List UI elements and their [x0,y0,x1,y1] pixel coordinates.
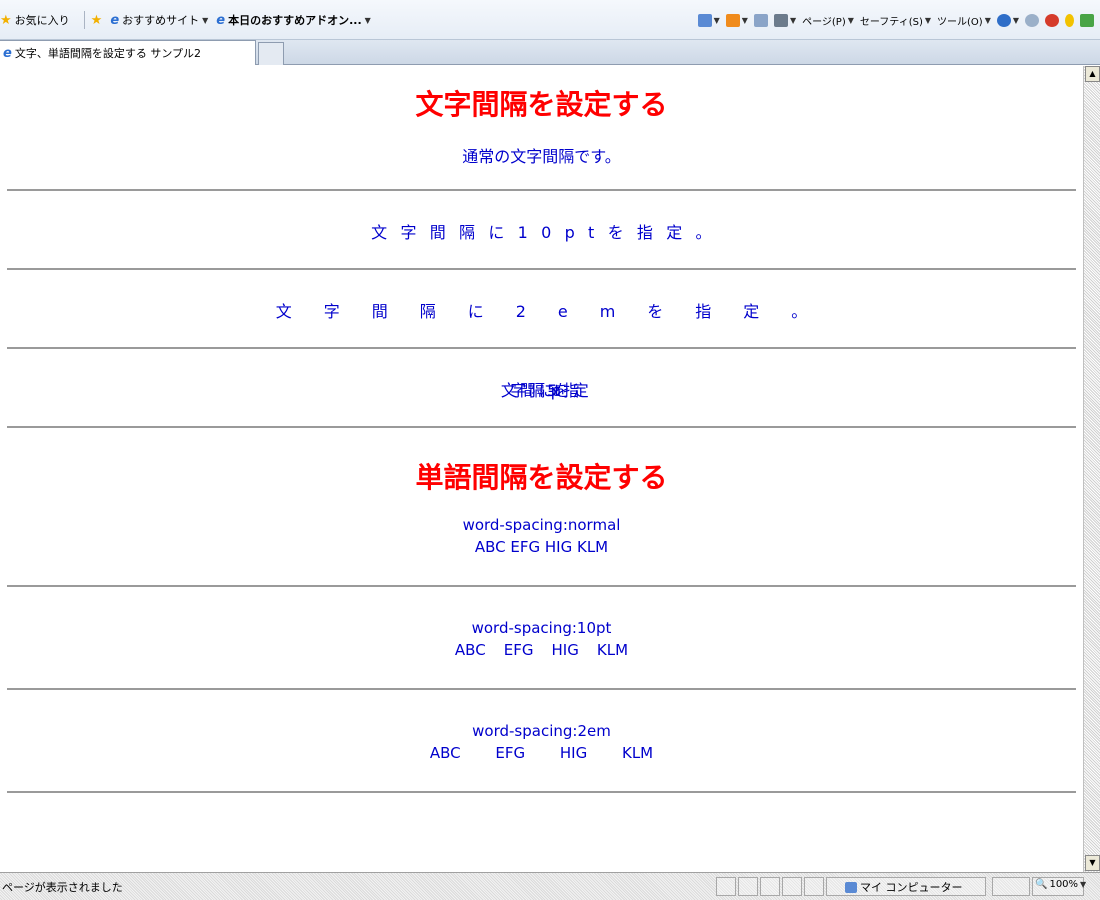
chevron-down-icon: ▼ [924,15,931,25]
lightbulb-icon [1065,13,1074,27]
tab-title: 文字、単語間隔を設定する サンプル2 [14,47,201,60]
security-zone: マイ コンピューター [845,879,963,895]
puzzle-icon [1080,13,1094,27]
mail-button[interactable] [753,13,768,27]
chevron-down-icon: ▼ [713,15,720,25]
addons-link[interactable]: e 本日のおすすめアドオン... ▼ [216,12,371,28]
messenger-icon [1045,13,1059,27]
page-menu[interactable]: ページ(P) ▼ [802,13,854,28]
divider [7,585,1076,587]
print-button[interactable]: ▼ [773,13,797,27]
status-bar: ページが表示されました マイ コンピューター 🔍 100% ▼ [0,872,1100,900]
tab-current-page[interactable]: e 文字、単語間隔を設定する サンプル2 [0,40,256,65]
zoom-level[interactable]: 🔍 100% ▼ [1035,879,1086,890]
chevron-down-icon: ▼ [1080,880,1087,889]
divider [7,347,1076,349]
heading-letter-spacing: 文字間隔を設定する [415,88,668,121]
divider [7,426,1076,428]
ie-icon: e [216,12,226,28]
text-word-normal-sample: ABC EFG HIG KLM [474,538,609,556]
divider [7,268,1076,270]
zoom-label: 100% [1049,879,1079,890]
suggested-sites-button[interactable]: e おすすめサイト ▼ [110,12,208,28]
chevron-down-icon: ▼ [984,15,991,25]
divider [7,688,1076,690]
messenger-button[interactable] [1045,13,1059,27]
scroll-up-button[interactable]: ▲ [1085,66,1100,82]
divider [7,189,1076,191]
favorites-button[interactable]: ★ お気に入り [0,12,70,28]
status-cell [738,877,758,896]
status-message: ページが表示されました [2,881,123,894]
addon-button[interactable] [1080,13,1094,27]
add-to-favorites-button[interactable]: ★ [91,13,103,28]
favorites-label: お気に入り [14,14,70,27]
addons-label: 本日のおすすめアドオン... [228,14,362,27]
text-letter-normal: 通常の文字間隔です。 [462,147,621,166]
tools-menu-label: ツール(O) [937,16,983,28]
vertical-scrollbar[interactable]: ▲ ▼ [1083,66,1100,872]
text-word-normal-label: word-spacing:normal [462,516,621,534]
page-menu-label: ページ(P) [802,16,846,28]
star-icon: ★ [0,12,12,28]
chevron-down-icon: ▼ [741,15,748,25]
help-icon [996,13,1011,27]
feeds-button[interactable]: ▼ [725,13,748,27]
divider [7,791,1076,793]
chevron-down-icon: ▼ [202,15,209,25]
suggested-sites-label: おすすめサイト [122,14,200,27]
zone-label: マイ コンピューター [860,881,963,894]
home-button[interactable]: ▼ [697,13,720,27]
text-word-2em-label: word-spacing:2em [472,722,611,740]
status-cell [716,877,736,896]
computer-icon [845,881,857,893]
text-word-10pt-sample: ABC EFG HIG KLM [454,641,629,659]
home-icon [697,13,712,27]
text-word-2em-sample: ABC EFG HIG KLM [429,744,654,762]
status-cell [782,877,802,896]
add-favorite-icon: ★ [90,12,103,28]
chevron-down-icon: ▼ [364,15,371,25]
text-letter-2em: 文字間隔に2emを指定。 [275,302,840,321]
scroll-down-button[interactable]: ▼ [1085,855,1100,871]
mail-icon [753,13,768,27]
research-icon [1025,13,1039,27]
status-cell [804,877,824,896]
help-button[interactable]: ▼ [996,13,1019,27]
safety-menu[interactable]: セーフティ(S) ▼ [860,13,931,28]
tools-menu[interactable]: ツール(O) ▼ [937,13,991,28]
favorites-bar: ★ お気に入り ★ e おすすめサイト ▼ e 本日のおすすめアドオン... ▼… [0,0,1100,40]
chevron-down-icon: ▼ [1012,15,1019,25]
magnifier-icon: 🔍 [1035,879,1048,890]
toolbar-divider [83,11,85,29]
ie-icon: e [3,45,12,61]
status-cell [760,877,780,896]
heading-word-spacing: 単語間隔を設定する [415,461,668,494]
research-button[interactable] [1025,13,1039,27]
text-word-10pt-label: word-spacing:10pt [471,619,612,637]
rss-icon [725,13,740,27]
new-tab-button[interactable] [258,42,284,65]
safety-menu-label: セーフティ(S) [859,16,923,28]
printer-icon [773,13,788,27]
ie-icon: e [110,12,120,28]
text-letter-10pt: 文字間隔に10ptを指定。 [371,223,725,242]
tips-button[interactable] [1065,13,1074,27]
page-content: 文字間隔を設定する 通常の文字間隔です。 文字間隔に10ptを指定。 文字間隔に… [0,66,1083,872]
protected-mode-button[interactable] [992,877,1030,896]
text-letter-negative: 文字間隔に-5ptを指定 [500,381,589,400]
chevron-down-icon: ▼ [847,15,854,25]
tab-bar: e 文字、単語間隔を設定する サンプル2 [0,40,1100,65]
chevron-down-icon: ▼ [789,15,797,25]
